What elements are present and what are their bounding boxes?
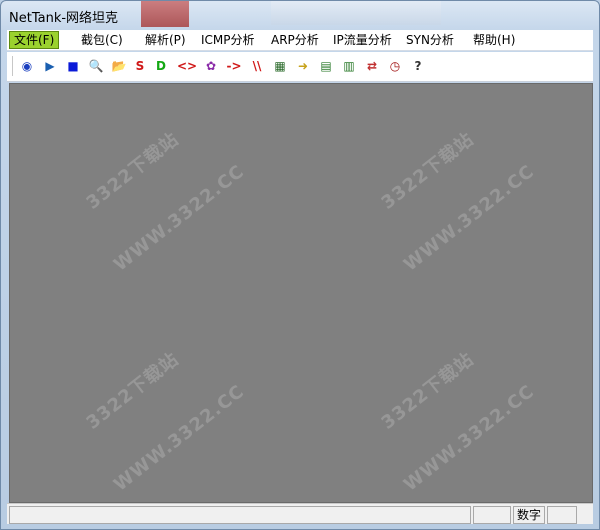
title-bar-decoration: [271, 1, 441, 25]
network-card-icon[interactable]: ▦: [270, 57, 290, 75]
menu-parse[interactable]: 解析(P): [141, 32, 190, 48]
menu-bar: 文件(F) 截包(C) 解析(P) ICMP分析 ARP分析 IP流量分析 SY…: [7, 30, 593, 51]
title-bar[interactable]: NetTank-网络坦克: [1, 1, 599, 29]
watermark: 3322下载站: [377, 348, 478, 434]
app-window: NetTank-网络坦克 文件(F) 截包(C) 解析(P) ICMP分析 AR…: [0, 0, 600, 530]
menu-icmp-analysis[interactable]: ICMP分析: [197, 32, 259, 48]
stop-icon[interactable]: ■: [63, 57, 83, 75]
bidirectional-icon[interactable]: <>: [177, 57, 197, 75]
menu-capture[interactable]: 截包(C): [77, 32, 127, 48]
status-panel: [547, 506, 577, 524]
search-icon[interactable]: 🔍: [86, 57, 106, 75]
menu-arp-analysis[interactable]: ARP分析: [267, 32, 323, 48]
status-panel-main: [9, 506, 471, 524]
title-bar-decoration: [141, 1, 189, 27]
clock-icon[interactable]: ◷: [385, 57, 405, 75]
toolbar: ◉ ▶ ■ 🔍 📂 S D <> ✿ -> \\ ▦ ➜ ▤ ▥ ⇄ ◷ ?: [7, 52, 593, 82]
goto-icon[interactable]: ➜: [293, 57, 313, 75]
help-icon[interactable]: ?: [408, 57, 428, 75]
status-bar: 数字: [7, 503, 593, 524]
record-icon[interactable]: ◉: [17, 57, 37, 75]
destination-icon[interactable]: D: [151, 57, 171, 75]
filter-icon[interactable]: ✿: [201, 57, 221, 75]
menu-ip-traffic-analysis[interactable]: IP流量分析: [329, 32, 396, 48]
direction-arrow-icon[interactable]: ->: [224, 57, 244, 75]
menu-syn-analysis[interactable]: SYN分析: [402, 32, 458, 48]
play-icon[interactable]: ▶: [40, 57, 60, 75]
watermark: 3322下载站: [82, 348, 183, 434]
window-title: NetTank-网络坦克: [9, 11, 119, 26]
status-panel: [473, 506, 511, 524]
double-slash-icon[interactable]: \\: [247, 57, 267, 75]
capture-view-area[interactable]: 3322下载站 WWW.3322.CC 3322下载站 WWW.3322.CC …: [9, 83, 593, 503]
source-icon[interactable]: S: [130, 57, 150, 75]
hosts-icon[interactable]: ▥: [339, 57, 359, 75]
status-panel-num-lock: 数字: [513, 506, 545, 524]
watermark: 3322下载站: [377, 128, 478, 214]
open-folder-icon[interactable]: 📂: [109, 57, 129, 75]
menu-file[interactable]: 文件(F): [9, 31, 60, 49]
toolbar-grip[interactable]: [12, 56, 16, 76]
connections-icon[interactable]: ⇄: [362, 57, 382, 75]
menu-help[interactable]: 帮助(H): [469, 32, 519, 48]
computers-icon[interactable]: ▤: [316, 57, 336, 75]
watermark: 3322下载站: [82, 128, 183, 214]
